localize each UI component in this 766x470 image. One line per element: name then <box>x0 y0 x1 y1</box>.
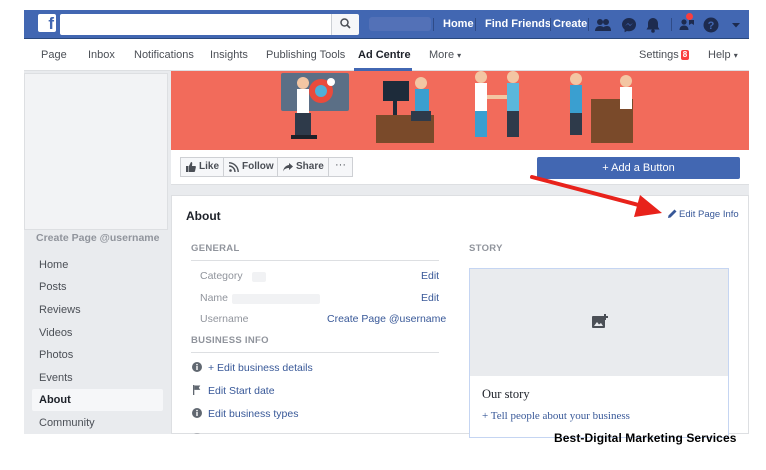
edit-start-date-link[interactable]: Edit Start date <box>192 385 275 397</box>
tab-notifications[interactable]: Notifications <box>134 40 194 71</box>
edit-business-details-link[interactable]: + Edit business details <box>192 362 313 374</box>
settings-link[interactable]: Settings 8 <box>639 40 690 71</box>
divider <box>550 18 551 31</box>
search-button[interactable] <box>331 14 359 35</box>
cover-illustration <box>281 71 633 143</box>
tab-publishing-tools[interactable]: Publishing Tools <box>266 40 345 71</box>
edit-start-date-label: Edit Start date <box>208 385 275 397</box>
like-button[interactable]: Like <box>180 157 227 177</box>
tab-more-label: More <box>429 49 455 61</box>
edit-business-types-label: Edit business types <box>208 408 299 420</box>
info-icon <box>194 433 200 434</box>
share-label: Share <box>296 161 324 172</box>
story-cover-placeholder[interactable] <box>470 269 728 376</box>
help-icon[interactable]: ? <box>702 16 720 34</box>
settings-label: Settings <box>639 49 679 61</box>
tab-more[interactable]: More ▾ <box>429 40 461 71</box>
sidebar-item-photos[interactable]: Photos <box>32 344 163 366</box>
edit-page-info-label: Edit Page Info <box>679 209 739 220</box>
edit-page-info-link[interactable]: Edit Page Info <box>668 209 739 220</box>
story-heading: STORY <box>469 243 503 254</box>
pencil-icon <box>668 209 677 218</box>
red-arrow-annotation <box>530 175 662 217</box>
about-heading: About <box>186 209 221 223</box>
tab-inbox[interactable]: Inbox <box>88 40 115 71</box>
follow-label: Follow <box>242 161 274 172</box>
profile-name-link[interactable] <box>369 17 431 31</box>
name-label: Name <box>200 292 229 304</box>
sidebar-item-events[interactable]: Events <box>32 367 163 389</box>
about-panel: About Edit Page Info GENERAL Category Ed… <box>171 195 749 438</box>
divider <box>671 18 672 31</box>
create-username-link[interactable]: Create Page @username <box>327 313 446 325</box>
edit-business-types-link[interactable]: Edit business types <box>192 408 298 420</box>
category-value-redacted <box>252 272 266 282</box>
notifications-icon[interactable] <box>644 16 662 34</box>
sidebar-item-videos[interactable]: Videos <box>32 322 163 344</box>
friends-icon[interactable] <box>594 16 612 34</box>
search-input[interactable] <box>60 14 356 35</box>
create-page-username-link[interactable]: Create Page @username <box>36 232 159 244</box>
page-navigation-bar: Page Inbox Notifications Insights Publis… <box>24 40 749 71</box>
cover-photo[interactable] <box>171 71 749 150</box>
tab-ad-centre[interactable]: Ad Centre <box>358 40 411 71</box>
notification-dot <box>686 13 693 20</box>
like-label: Like <box>199 161 220 172</box>
create-link[interactable]: Create <box>553 10 587 39</box>
share-button[interactable]: Share <box>277 157 331 177</box>
edit-business-details-label: + Edit business details <box>208 362 313 374</box>
find-friends-link[interactable]: Find Friends <box>485 10 551 39</box>
tell-people-link[interactable]: + Tell people about your business <box>482 410 630 422</box>
dropdown-icon[interactable] <box>727 16 745 34</box>
top-navigation-bar: f Home Find Friends Create ? <box>24 10 749 39</box>
divider <box>433 18 434 31</box>
flag-icon <box>193 385 201 395</box>
info-icon <box>192 362 202 372</box>
sidebar-item-home[interactable]: Home <box>32 254 163 276</box>
category-label: Category <box>200 270 243 282</box>
more-options-button[interactable]: ··· <box>328 157 353 177</box>
svg-text:?: ? <box>708 20 715 32</box>
help-menu[interactable]: Help ▾ <box>708 40 738 71</box>
edit-category-link[interactable]: Edit <box>421 270 439 282</box>
divider <box>191 352 439 353</box>
sidebar-item-posts[interactable]: Posts <box>32 276 163 298</box>
divider <box>588 18 589 31</box>
facebook-logo-icon[interactable]: f <box>38 14 56 32</box>
tab-insights[interactable]: Insights <box>210 40 248 71</box>
sidebar-item-reviews[interactable]: Reviews <box>32 299 163 321</box>
sidebar-item-community[interactable]: Community <box>32 412 163 434</box>
messenger-icon[interactable] <box>620 16 638 34</box>
screenshot-frame: f Home Find Friends Create ? Page Inbox … <box>0 0 766 470</box>
thumbs-up-icon <box>186 162 196 172</box>
chevron-down-icon: ▾ <box>457 51 462 60</box>
info-icon <box>192 408 202 418</box>
rss-follow-icon <box>229 162 239 172</box>
add-photo-icon <box>592 314 608 328</box>
divider <box>475 18 476 31</box>
help-label: Help <box>708 49 731 61</box>
name-value-redacted <box>232 294 320 304</box>
watermark-text: Best-Digital Marketing Services <box>554 431 737 445</box>
chevron-down-icon: ▾ <box>733 51 738 60</box>
username-label: Username <box>200 313 249 325</box>
clipped-row <box>192 430 252 434</box>
business-info-heading: BUSINESS INFO <box>191 335 269 346</box>
divider <box>191 260 439 261</box>
share-arrow-icon <box>283 163 293 172</box>
settings-badge: 8 <box>680 50 690 60</box>
sidebar-item-about[interactable]: About <box>32 389 163 411</box>
search-icon <box>340 18 351 29</box>
story-card[interactable]: Our story + Tell people about your busin… <box>469 268 729 438</box>
profile-picture[interactable] <box>24 73 168 230</box>
our-story-title: Our story <box>482 387 530 401</box>
home-link[interactable]: Home <box>443 10 474 39</box>
tab-page[interactable]: Page <box>41 40 67 71</box>
edit-name-link[interactable]: Edit <box>421 292 439 304</box>
general-heading: GENERAL <box>191 243 240 254</box>
follow-button[interactable]: Follow <box>223 157 281 177</box>
